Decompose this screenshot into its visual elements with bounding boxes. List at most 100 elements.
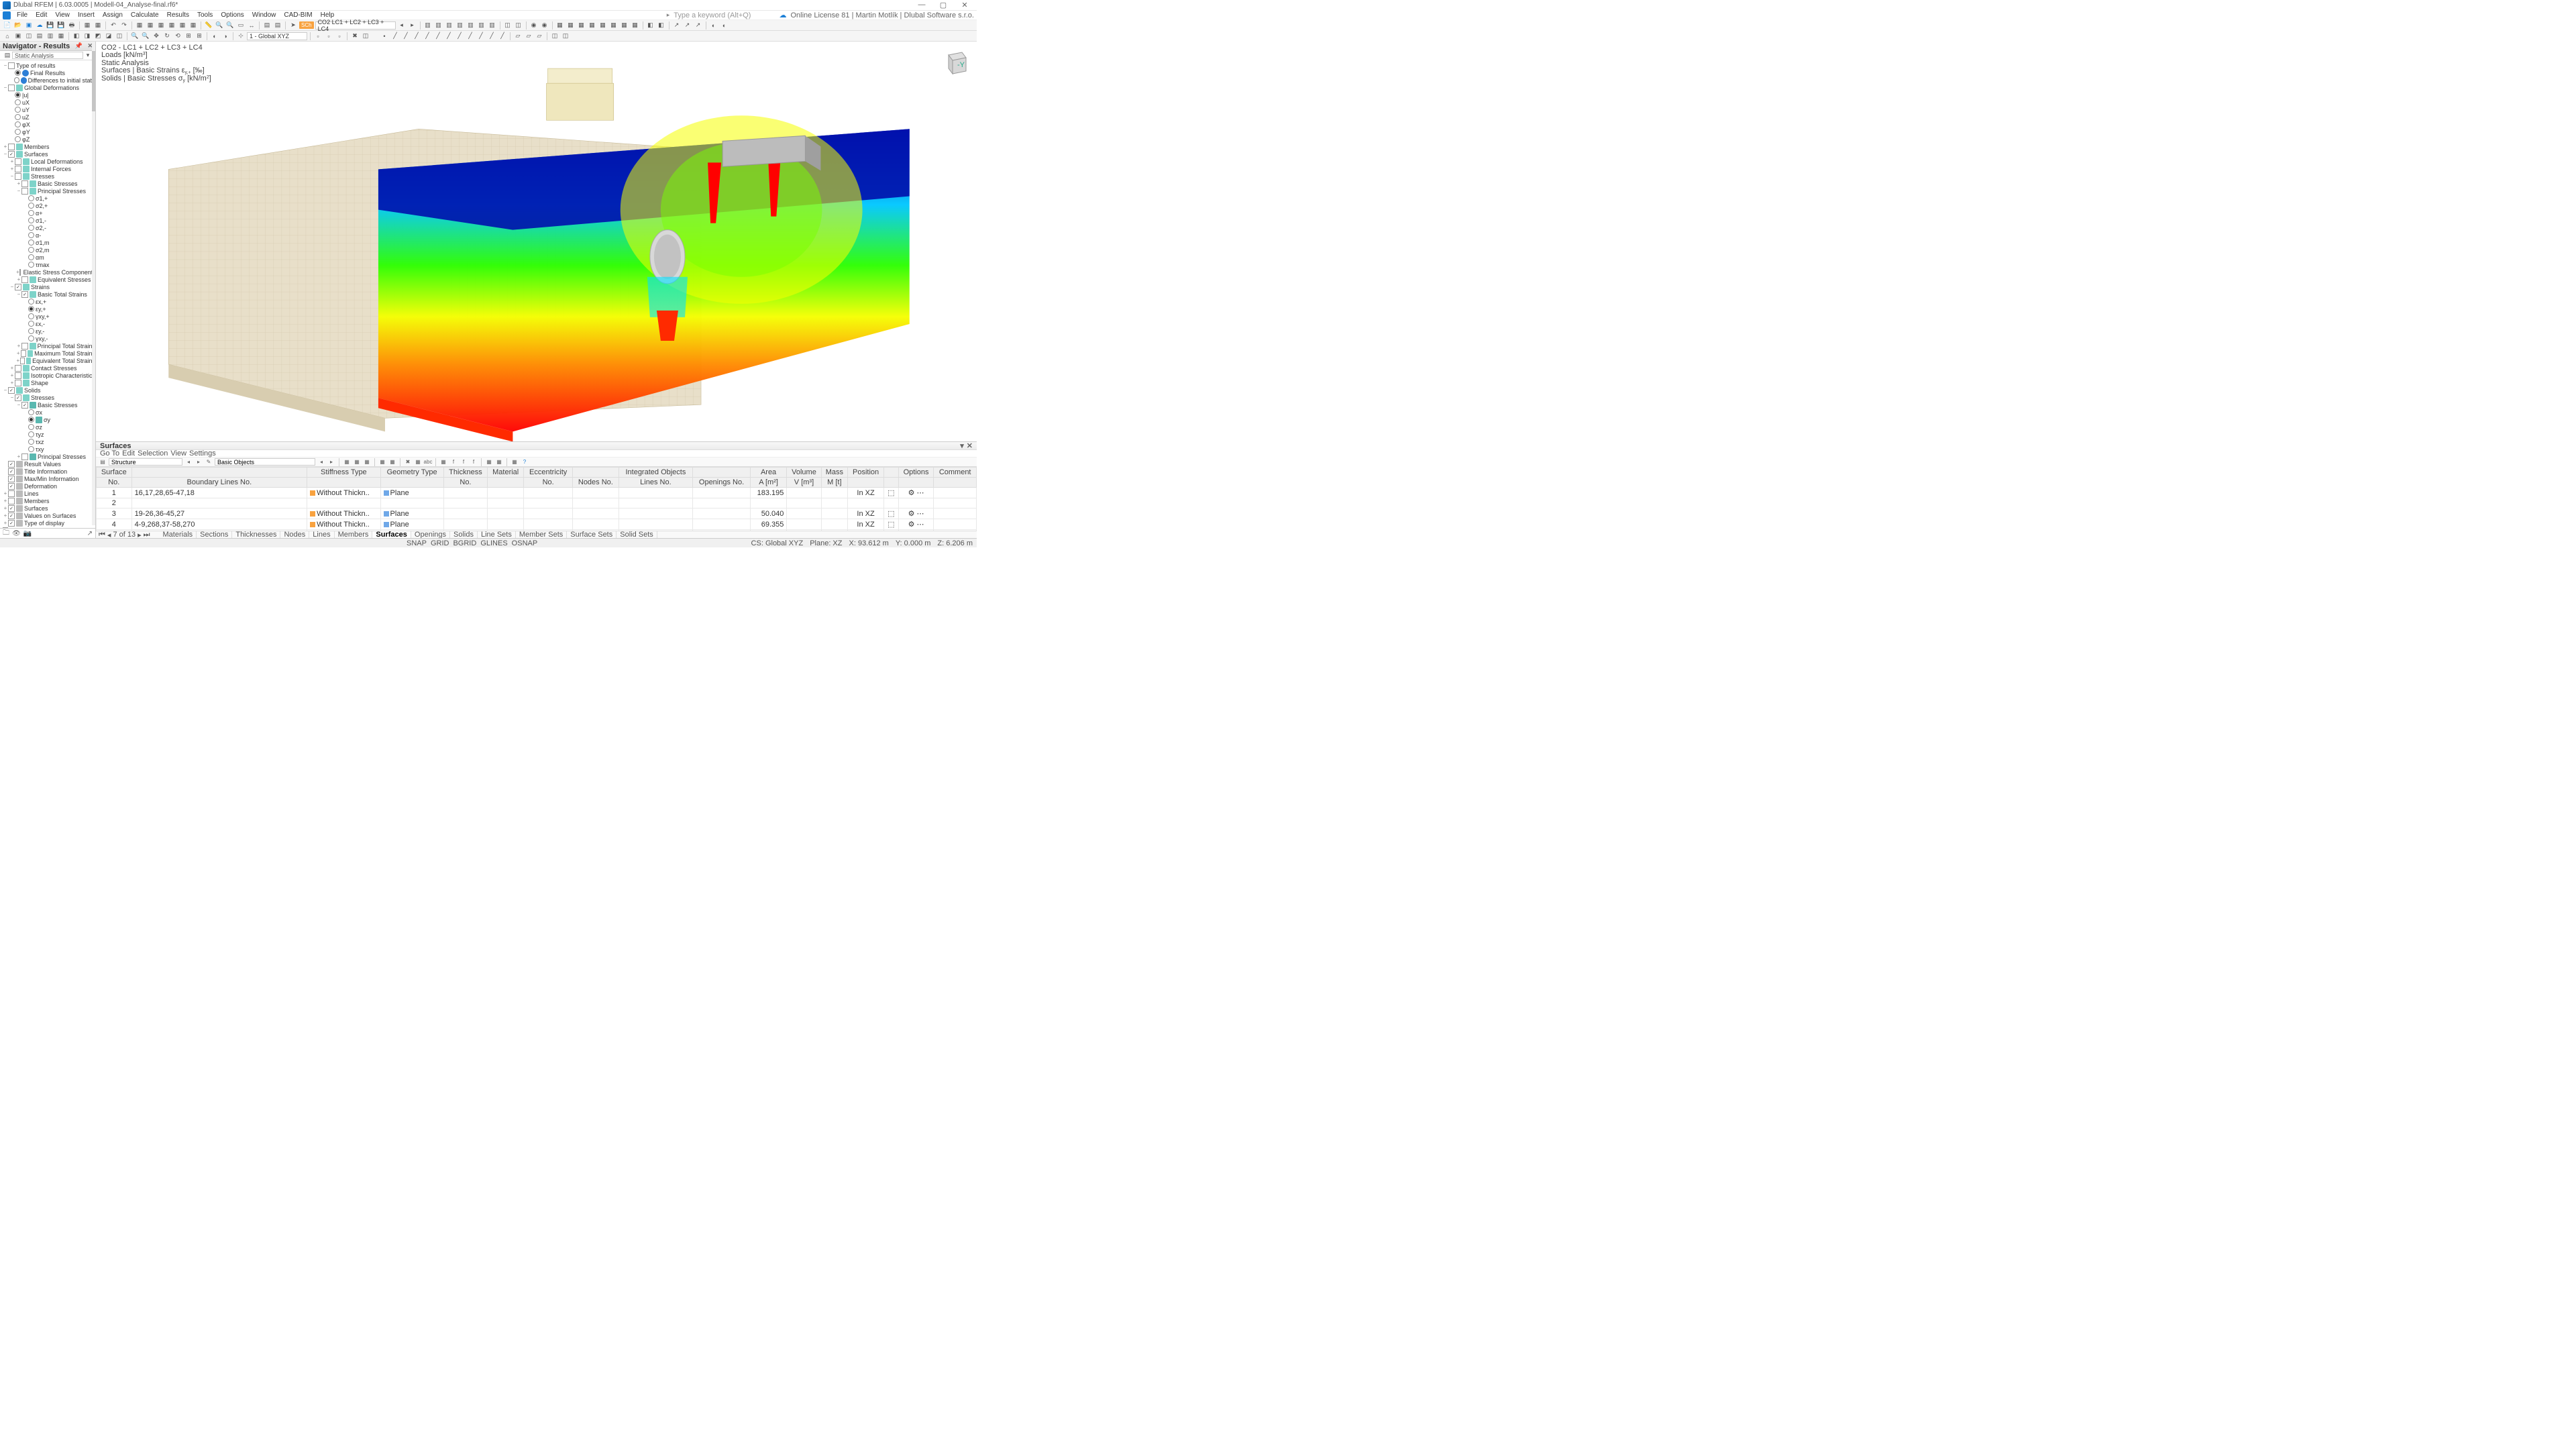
tb-p5-icon[interactable]: ▦: [598, 21, 608, 30]
lp-tb-i9-icon[interactable]: ▦: [439, 458, 447, 466]
lp-menu-settings[interactable]: Settings: [189, 449, 216, 458]
tree-item[interactable]: σx: [0, 409, 95, 416]
tb2-g5-icon[interactable]: ╱: [423, 32, 432, 41]
tree-item[interactable]: σ2,-: [0, 224, 95, 231]
tb-save-icon[interactable]: 💾: [46, 21, 55, 30]
tree-item[interactable]: +Internal Forces: [0, 165, 95, 172]
tb2-d1-icon[interactable]: ◐: [210, 32, 219, 41]
tree-item[interactable]: φY: [0, 128, 95, 136]
tb-p4-icon[interactable]: ▦: [588, 21, 597, 30]
tb-s1-icon[interactable]: ◐: [709, 21, 718, 30]
tree-item[interactable]: φZ: [0, 136, 95, 143]
lp-tb-i6-icon[interactable]: ✖: [404, 458, 412, 466]
lp-tb-nav1-icon[interactable]: ◂: [184, 458, 193, 466]
lp-menu-edit[interactable]: Edit: [122, 449, 135, 458]
tb-n1-icon[interactable]: ◫: [503, 21, 513, 30]
menu-calculate[interactable]: Calculate: [127, 11, 162, 19]
tree-item[interactable]: σ2,+: [0, 202, 95, 209]
tree-item[interactable]: σ1,m: [0, 239, 95, 246]
tb-p1-icon[interactable]: ▦: [555, 21, 565, 30]
tree-item[interactable]: +Members: [0, 143, 95, 150]
tb2-g12-icon[interactable]: ╱: [498, 32, 507, 41]
menu-window[interactable]: Window: [249, 11, 280, 19]
tb2-a1-icon[interactable]: ⌂: [3, 32, 12, 41]
tb-s2-icon[interactable]: ◐: [720, 21, 729, 30]
tb2-c3-icon[interactable]: ✥: [152, 32, 161, 41]
lp-tab-member-sets[interactable]: Member Sets: [516, 531, 567, 538]
tb2-g3-icon[interactable]: ╱: [401, 32, 411, 41]
tree-item[interactable]: +Equivalent Stresses: [0, 276, 95, 283]
tree-item[interactable]: Deformation: [0, 482, 95, 490]
lp-tab-solid-sets[interactable]: Solid Sets: [616, 531, 657, 538]
tb2-c2-icon[interactable]: 🔍: [141, 32, 150, 41]
tb2-a2-icon[interactable]: ▣: [13, 32, 23, 41]
tb-p3-icon[interactable]: ▦: [577, 21, 586, 30]
tb2-a3-icon[interactable]: ◫: [24, 32, 34, 41]
menu-cadbim[interactable]: CAD-BIM: [280, 11, 315, 19]
analysis-dropdown[interactable]: Static Analysis: [12, 52, 83, 59]
tree-item[interactable]: −Solids: [0, 386, 95, 394]
menu-help[interactable]: Help: [317, 11, 338, 19]
lp-tb-i4-icon[interactable]: ▦: [378, 458, 386, 466]
tb2-h3-icon[interactable]: ▱: [535, 32, 544, 41]
tb-q2-icon[interactable]: ◧: [657, 21, 666, 30]
lp-close-icon[interactable]: ✕: [967, 441, 973, 450]
tb2-c4-icon[interactable]: ↻: [162, 32, 172, 41]
tb2-i1-icon[interactable]: ◫: [550, 32, 559, 41]
tb2-a4-icon[interactable]: ▤: [35, 32, 44, 41]
tb2-f1-icon[interactable]: ✖: [350, 32, 360, 41]
tree-item[interactable]: uX: [0, 99, 95, 106]
tb-m1-icon[interactable]: ▥: [423, 21, 433, 30]
tb-m6-icon[interactable]: ▥: [477, 21, 486, 30]
tb-o1-icon[interactable]: ◉: [529, 21, 539, 30]
tb2-g4-icon[interactable]: ╱: [412, 32, 421, 41]
lp-tab-solids[interactable]: Solids: [450, 531, 478, 538]
tb2-g8-icon[interactable]: ╱: [455, 32, 464, 41]
menu-insert[interactable]: Insert: [74, 11, 98, 19]
tb-measure-icon[interactable]: 📏: [204, 21, 213, 30]
sb-bgrid[interactable]: BGRID: [453, 539, 476, 547]
nav-dd-icon[interactable]: ▾: [83, 51, 93, 60]
lp-tb-i3-icon[interactable]: ▦: [363, 458, 371, 466]
lp-tab-nodes[interactable]: Nodes: [280, 531, 309, 538]
tb2-i2-icon[interactable]: ◫: [561, 32, 570, 41]
tb-print-icon[interactable]: 🖶: [67, 21, 76, 30]
tb2-c7-icon[interactable]: ⊞: [195, 32, 204, 41]
lp-tab-sections[interactable]: Sections: [197, 531, 232, 538]
tb-r3-icon[interactable]: ↗: [672, 21, 682, 30]
lp-tab-surfaces[interactable]: Surfaces: [372, 531, 411, 538]
tree-item[interactable]: Title Information: [0, 468, 95, 475]
tree-item[interactable]: +Members: [0, 497, 95, 504]
lp-tab-openings[interactable]: Openings: [411, 531, 450, 538]
tree-item[interactable]: Max/Min Information: [0, 475, 95, 482]
tree-item[interactable]: −Strains: [0, 283, 95, 290]
tb-cloud-icon[interactable]: ☁: [35, 21, 44, 30]
nav-foot-display-icon[interactable]: 👁: [12, 530, 21, 537]
tb-p7-icon[interactable]: ▦: [620, 21, 629, 30]
tb-m2-icon[interactable]: ▥: [434, 21, 443, 30]
tb2-c1-icon[interactable]: 🔍: [130, 32, 140, 41]
tb-grid2-icon[interactable]: ▦: [146, 21, 155, 30]
tb2-b3-icon[interactable]: ◩: [93, 32, 103, 41]
tb-q1-icon[interactable]: ◧: [646, 21, 655, 30]
tb-redo-icon[interactable]: ↷: [119, 21, 129, 30]
tree-item[interactable]: +Principal Stresses: [0, 453, 95, 460]
tb-r2-icon[interactable]: ▤: [273, 21, 282, 30]
tree-item[interactable]: +Maximum Total Strains: [0, 350, 95, 357]
tb-r5-icon[interactable]: ↗: [694, 21, 703, 30]
tb2-a6-icon[interactable]: ▦: [56, 32, 66, 41]
tree-item[interactable]: +Shape: [0, 379, 95, 386]
tb-p2-icon[interactable]: ▦: [566, 21, 576, 30]
lp-tb-i1-icon[interactable]: ▦: [343, 458, 351, 466]
tree-item[interactable]: uZ: [0, 113, 95, 121]
lp-tb-i11-icon[interactable]: f: [460, 458, 468, 466]
tb2-g6-icon[interactable]: ╱: [433, 32, 443, 41]
tb2-axis-icon[interactable]: ⊹: [236, 32, 246, 41]
tree-item[interactable]: +Elastic Stress Components: [0, 268, 95, 276]
tb-o2-icon[interactable]: ◉: [540, 21, 549, 30]
tb2-a5-icon[interactable]: ▥: [46, 32, 55, 41]
lp-tb-i7-icon[interactable]: ▦: [414, 458, 422, 466]
tree-item[interactable]: εx,+: [0, 298, 95, 305]
tree-item[interactable]: Differences to initial state: [0, 76, 95, 84]
lp-tab-surface-sets[interactable]: Surface Sets: [567, 531, 616, 538]
